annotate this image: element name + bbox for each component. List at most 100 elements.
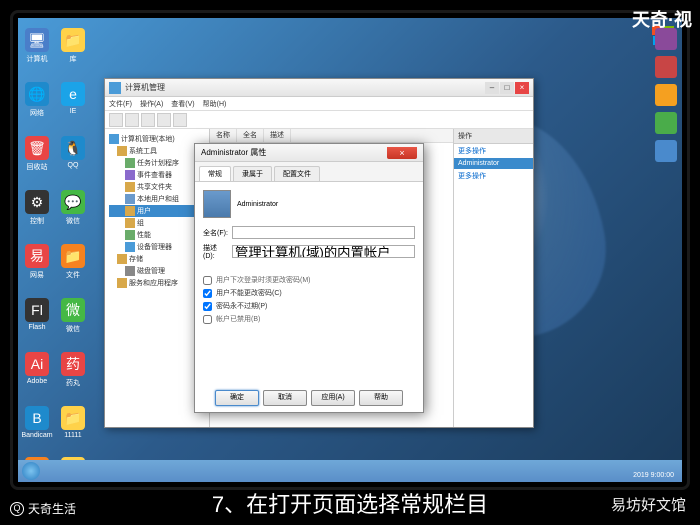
checkbox[interactable] [203, 315, 212, 324]
tab-profile[interactable]: 配置文件 [274, 166, 320, 181]
tray-icon[interactable] [655, 56, 677, 78]
tree-item[interactable]: 用户 [109, 205, 205, 217]
checkbox[interactable] [203, 302, 212, 311]
menu-help[interactable]: 帮助(H) [203, 99, 227, 109]
toolbar-button[interactable] [109, 113, 123, 127]
tree-item[interactable]: 计算机管理(本地) [109, 133, 205, 145]
action-item[interactable]: Administrator [454, 158, 533, 169]
sidebar-icons [655, 28, 677, 162]
desktop-icon[interactable]: 易网易 [23, 244, 51, 280]
action-item[interactable]: 更多操作 [454, 144, 533, 158]
brand-bottom-right: 易坊好文馆 [611, 494, 686, 515]
tree-icon [125, 206, 135, 216]
start-button[interactable] [22, 462, 40, 480]
menu-view[interactable]: 查看(V) [171, 99, 194, 109]
tree-item[interactable]: 性能 [109, 229, 205, 241]
tray-icon[interactable] [655, 84, 677, 106]
taskbar: 2019 9:00:00 [18, 460, 682, 482]
checkbox[interactable] [203, 289, 212, 298]
username-label: Administrator [237, 201, 278, 208]
close-button[interactable]: × [515, 82, 529, 94]
close-button[interactable]: × [387, 147, 417, 159]
tree-item[interactable]: 服务和应用程序 [109, 277, 205, 289]
tray-icon[interactable] [655, 112, 677, 134]
tree-icon [125, 242, 135, 252]
checkbox[interactable] [203, 276, 212, 285]
toolbar-button[interactable] [157, 113, 171, 127]
dialog-title: Administrator 属性 [201, 147, 266, 158]
apply-button[interactable]: 应用(A) [311, 390, 355, 406]
toolbar-button[interactable] [173, 113, 187, 127]
tree-icon [109, 134, 119, 144]
user-avatar-icon [203, 190, 231, 218]
col-header[interactable]: 名称 [210, 129, 237, 142]
checkbox-label: 用户下次登录时须更改密码(M) [216, 275, 311, 285]
tree-icon [125, 170, 135, 180]
menu-file[interactable]: 文件(F) [109, 99, 132, 109]
cancel-button[interactable]: 取消 [263, 390, 307, 406]
ok-button[interactable]: 确定 [215, 390, 259, 406]
window-title: 计算机管理 [125, 82, 165, 93]
description-row: 描述(D): [203, 243, 415, 260]
dialog-buttons: 确定 取消 应用(A) 帮助 [195, 390, 423, 406]
desktop-icon[interactable]: 💬微信 [59, 190, 87, 226]
desktop-icon[interactable]: 📁11111 [59, 406, 87, 439]
desktop-icon[interactable]: eIE [59, 82, 87, 118]
desktop-icon[interactable]: 🗑回收站 [23, 136, 51, 172]
tree-item[interactable]: 存储 [109, 253, 205, 265]
monitor-frame: 🖥计算机 📁库 🌐网络 eIE 🗑回收站 🐧QQ ⚙控制 💬微信 易网易 📁文件… [10, 10, 690, 490]
maximize-button[interactable]: □ [500, 82, 514, 94]
clock[interactable]: 2019 9:00:00 [633, 472, 674, 479]
menu-action[interactable]: 操作(A) [140, 99, 163, 109]
app-icon [109, 82, 121, 94]
tree-item[interactable]: 设备管理器 [109, 241, 205, 253]
description-label: 描述(D): [203, 243, 228, 260]
desktop-icon[interactable]: AiAdobe [23, 352, 51, 388]
desktop: 🖥计算机 📁库 🌐网络 eIE 🗑回收站 🐧QQ ⚙控制 💬微信 易网易 📁文件… [18, 18, 682, 482]
desktop-icon[interactable]: 🐧QQ [59, 136, 87, 172]
toolbar-button[interactable] [125, 113, 139, 127]
properties-dialog: Administrator 属性 × 常规 隶属于 配置文件 Administr… [194, 143, 424, 413]
col-header[interactable]: 描述 [264, 129, 291, 142]
desktop-icons: 🖥计算机 📁库 🌐网络 eIE 🗑回收站 🐧QQ ⚙控制 💬微信 易网易 📁文件… [23, 28, 87, 482]
toolbar [105, 111, 533, 129]
tree-icon [117, 146, 127, 156]
action-item[interactable]: 更多操作 [454, 169, 533, 183]
minimize-button[interactable]: – [485, 82, 499, 94]
tree-item[interactable]: 事件查看器 [109, 169, 205, 181]
tree-item[interactable]: 磁盘管理 [109, 265, 205, 277]
tree-item[interactable]: 本地用户和组 [109, 193, 205, 205]
tree-icon [125, 230, 135, 240]
tab-memberof[interactable]: 隶属于 [233, 166, 272, 181]
desktop-icon[interactable]: 🖥计算机 [23, 28, 51, 64]
help-button[interactable]: 帮助 [359, 390, 403, 406]
tree-item[interactable]: 系统工具 [109, 145, 205, 157]
col-header[interactable]: 全名 [237, 129, 264, 142]
tab-general[interactable]: 常规 [199, 166, 231, 181]
menu-bar: 文件(F) 操作(A) 查看(V) 帮助(H) [105, 97, 533, 111]
caption-text: 7、在打开页面选择常规栏目 [0, 487, 700, 519]
tree-icon [125, 158, 135, 168]
toolbar-button[interactable] [141, 113, 155, 127]
actions-header: 操作 [454, 129, 533, 144]
desktop-icon[interactable]: 微微信 [59, 298, 87, 334]
checkbox-row: 用户下次登录时须更改密码(M) [203, 275, 415, 285]
description-input[interactable] [232, 245, 415, 258]
desktop-icon[interactable]: ⚙控制 [23, 190, 51, 226]
checkbox-row: 帐户已禁用(B) [203, 314, 415, 324]
tray-icon[interactable] [655, 140, 677, 162]
desktop-icon[interactable]: 🌐网络 [23, 82, 51, 118]
desktop-icon[interactable]: 📁文件 [59, 244, 87, 280]
checkbox-row: 用户不能更改密码(C) [203, 288, 415, 298]
tree-icon [125, 194, 135, 204]
tree-item[interactable]: 组 [109, 217, 205, 229]
desktop-icon[interactable]: FlFlash [23, 298, 51, 334]
fullname-input[interactable] [232, 226, 415, 239]
tree-item[interactable]: 任务计划程序 [109, 157, 205, 169]
actions-panel: 操作 更多操作 Administrator 更多操作 [453, 129, 533, 427]
desktop-icon[interactable]: 📁库 [59, 28, 87, 64]
desktop-icon[interactable]: 药药丸 [59, 352, 87, 388]
tree-item[interactable]: 共享文件夹 [109, 181, 205, 193]
tree-icon [117, 254, 127, 264]
desktop-icon[interactable]: BBandicam [23, 406, 51, 439]
